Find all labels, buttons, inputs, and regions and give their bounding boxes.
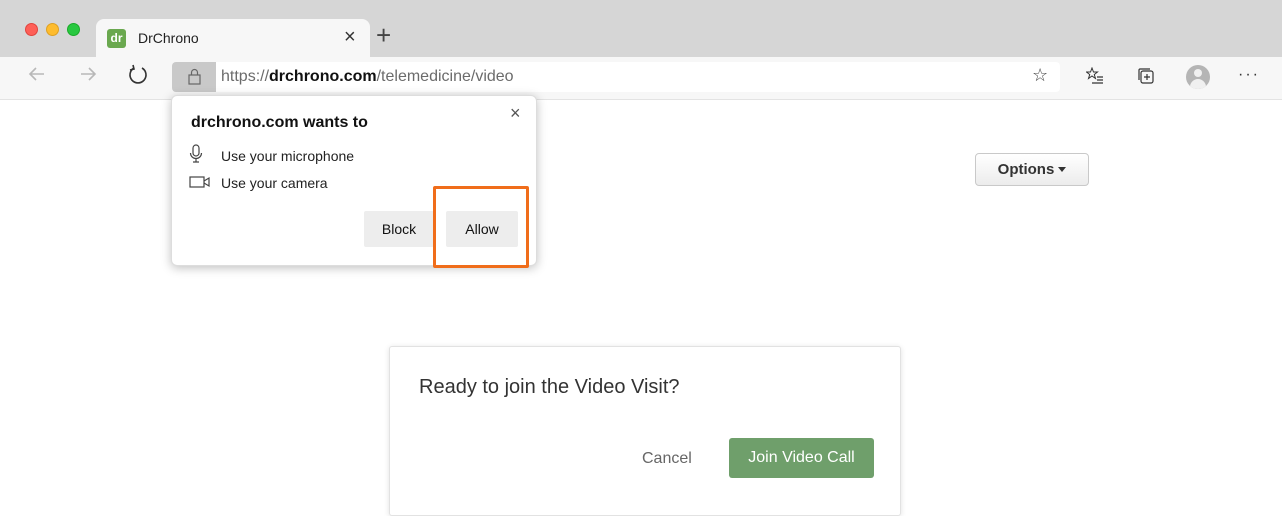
reload-icon[interactable] (128, 64, 148, 92)
window-zoom-button[interactable] (67, 23, 80, 36)
back-arrow-icon[interactable] (27, 64, 47, 90)
permission-title: drchrono.com wants to (191, 114, 368, 131)
options-label: Options (997, 161, 1055, 178)
caret-down-icon (1058, 166, 1067, 172)
camera-icon (189, 175, 211, 192)
drchrono-favicon-icon: dr (107, 29, 126, 48)
allow-highlight-box (433, 186, 529, 268)
options-button[interactable]: Options (975, 153, 1089, 186)
window-minimize-button[interactable] (46, 23, 59, 36)
video-visit-modal: Ready to join the Video Visit? Cancel Jo… (389, 346, 901, 516)
new-tab-icon[interactable]: + (376, 20, 391, 50)
address-bar[interactable]: https://drchrono.com/telemedicine/video … (172, 62, 1060, 92)
block-button[interactable]: Block (364, 211, 434, 247)
url-scheme: https:// (221, 68, 270, 85)
url-text: https://drchrono.com/telemedicine/video (221, 68, 514, 86)
favorites-list-icon[interactable] (1085, 66, 1104, 89)
tab-strip: dr DrChrono × + (0, 0, 1282, 57)
modal-title: Ready to join the Video Visit? (419, 376, 680, 398)
tab-close-icon[interactable]: × (344, 26, 356, 48)
url-path: /telemedicine/video (376, 68, 514, 85)
collections-icon[interactable] (1137, 67, 1155, 89)
lock-icon (188, 68, 201, 85)
permission-item-camera: Use your camera (189, 174, 328, 192)
permission-item-label: Use your camera (221, 175, 328, 192)
browser-toolbar: https://drchrono.com/telemedicine/video … (0, 57, 1282, 100)
tab-title: DrChrono (138, 30, 199, 46)
microphone-icon (189, 144, 211, 167)
cancel-button[interactable]: Cancel (642, 450, 692, 468)
more-icon[interactable]: ··· (1238, 65, 1260, 85)
site-info-button[interactable] (172, 62, 216, 92)
url-domain: drchrono.com (269, 68, 377, 85)
window-close-button[interactable] (25, 23, 38, 36)
forward-arrow-icon[interactable] (78, 64, 98, 90)
browser-tab-drchrono[interactable]: dr DrChrono × (96, 19, 370, 57)
star-icon[interactable]: ☆ (1032, 65, 1048, 86)
profile-avatar-icon[interactable] (1186, 65, 1210, 89)
permission-item-label: Use your microphone (221, 147, 355, 164)
close-icon[interactable]: × (510, 103, 521, 124)
permission-item-microphone: Use your microphone (189, 144, 354, 167)
join-video-call-button[interactable]: Join Video Call (729, 438, 874, 478)
